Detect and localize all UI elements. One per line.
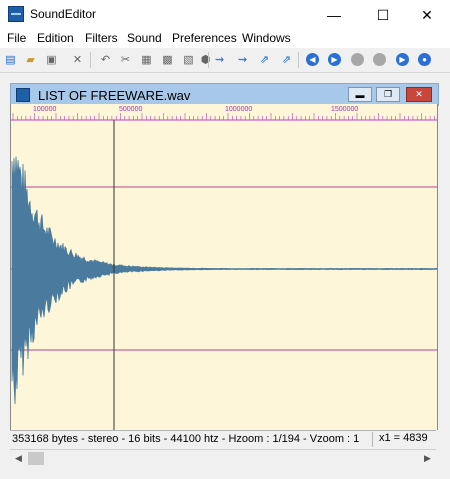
open-icon[interactable]: ▰ <box>23 52 38 67</box>
menu-preferences[interactable]: Preferences <box>172 31 237 45</box>
toolbar: ▤ ▰ ▣ ✕ ↶ ✂ ▦ ▩ ▧ ⬢ ⇝ ⇝ ⇗ ⇗ ◀ ▶ ▶ ● <box>0 48 450 73</box>
child-window-title: LIST OF FREEWARE.wav <box>38 88 191 103</box>
menu-file[interactable]: File <box>7 31 26 45</box>
undo-icon[interactable]: ↶ <box>98 52 113 67</box>
save-icon[interactable]: ▣ <box>44 52 59 67</box>
clipboard-icon[interactable]: ⬢ <box>198 52 213 67</box>
maximize-button[interactable]: ☐ <box>360 0 406 30</box>
close-button[interactable]: ✕ <box>404 0 450 30</box>
menu-sound[interactable]: Sound <box>127 31 162 45</box>
ruler-label: 500000 <box>119 106 143 113</box>
menu-windows[interactable]: Windows <box>242 31 291 45</box>
wav-file-icon <box>16 88 30 102</box>
paste-icon[interactable]: ▩ <box>160 52 175 67</box>
file-info: 353168 bytes - stereo - 16 bits - 44100 … <box>12 433 360 445</box>
child-restore-button[interactable]: ❐ <box>376 87 400 102</box>
toolbar-separator <box>208 52 209 68</box>
pause-icon[interactable] <box>351 53 364 66</box>
stop-icon[interactable] <box>373 53 386 66</box>
cursor-position: x1 = 4839 <box>372 432 442 447</box>
ruler-ticks <box>12 113 435 120</box>
paste-special-icon[interactable]: ▧ <box>181 52 196 67</box>
child-close-button[interactable]: ✕ <box>406 87 432 102</box>
horizontal-scrollbar[interactable]: ◀ ▶ <box>10 449 436 467</box>
new-icon[interactable]: ▤ <box>3 52 18 67</box>
scroll-left-arrow[interactable]: ◀ <box>10 450 27 467</box>
waveform-view[interactable]: 100000 500000 1000000 1500000 <box>10 104 438 430</box>
minimize-button[interactable]: — <box>311 0 357 30</box>
ruler-label: 1000000 <box>225 106 253 113</box>
scroll-right-arrow[interactable]: ▶ <box>419 450 436 467</box>
ruler-label: 100000 <box>33 106 57 113</box>
effect3-icon[interactable]: ⇗ <box>257 52 272 67</box>
toolbar-separator <box>298 52 299 68</box>
menu-bar: File Edition Filters Sound Preferences W… <box>0 30 450 48</box>
window-title: SoundEditor <box>30 7 97 21</box>
effect1-icon[interactable]: ⇝ <box>212 52 227 67</box>
status-bar: 353168 bytes - stereo - 16 bits - 44100 … <box>10 430 436 449</box>
cut-icon[interactable]: ✂ <box>118 52 133 67</box>
title-bar: SoundEditor — ☐ ✕ <box>0 0 450 31</box>
play-icon[interactable]: ▶ <box>328 53 341 66</box>
copy-icon[interactable]: ▦ <box>139 52 154 67</box>
ruler-label: 1500000 <box>331 106 359 113</box>
child-title-bar: LIST OF FREEWARE.wav ▬ ❐ ✕ <box>10 83 439 106</box>
child-minimize-button[interactable]: ▬ <box>348 87 372 102</box>
waveform <box>11 156 437 405</box>
forward-icon[interactable]: ▶ <box>396 53 409 66</box>
record-icon[interactable]: ● <box>418 53 431 66</box>
rewind-icon[interactable]: ◀ <box>306 53 319 66</box>
effect4-icon[interactable]: ⇗ <box>279 52 294 67</box>
close-doc-icon[interactable]: ✕ <box>70 52 85 67</box>
menu-edition[interactable]: Edition <box>37 31 74 45</box>
scroll-thumb[interactable] <box>28 452 44 465</box>
menu-filters[interactable]: Filters <box>85 31 118 45</box>
effect2-icon[interactable]: ⇝ <box>235 52 250 67</box>
app-icon <box>8 6 24 22</box>
toolbar-separator <box>90 52 91 68</box>
waveform-canvas[interactable] <box>11 104 437 430</box>
